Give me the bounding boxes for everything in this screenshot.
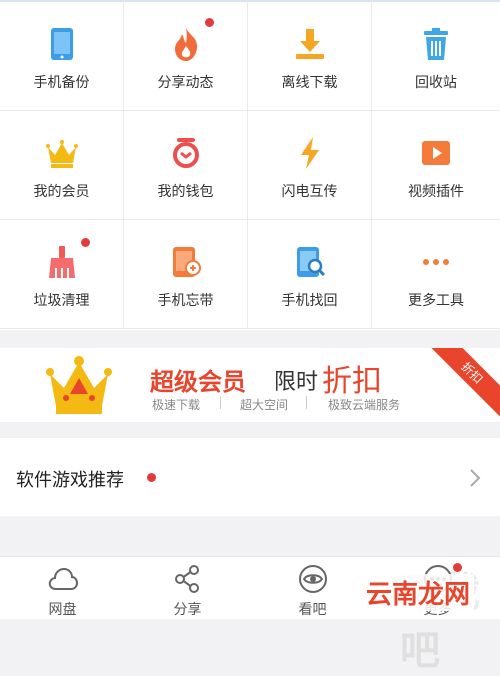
- grid-item-my-membership[interactable]: 我的会员: [0, 111, 124, 220]
- super-member-banner[interactable]: 超级会员 限时 折扣 极速下载 超大空间 极致云端服务 折扣: [0, 348, 500, 422]
- grid-item-label: 手机找回: [281, 292, 338, 308]
- flame-icon: [174, 28, 197, 61]
- grid-item-phone-find[interactable]: 手机找回: [248, 220, 372, 329]
- grid-item-junk-cleanup[interactable]: 垃圾清理: [0, 220, 124, 329]
- notification-dot: [147, 473, 156, 482]
- cloud-icon: [48, 567, 78, 590]
- watermark-text: 云南龙网: [362, 574, 475, 611]
- trash-icon: [424, 28, 448, 60]
- broom-icon: [48, 246, 75, 278]
- tab-label: 网盘: [48, 601, 77, 617]
- tab-label: 分享: [173, 601, 202, 617]
- share-icon: [174, 565, 199, 593]
- phone-search-icon: [296, 247, 325, 277]
- banner-limited-text: 限时: [274, 369, 319, 394]
- discount-corner-tag: 折扣: [421, 348, 500, 422]
- lightning-icon: [300, 137, 319, 169]
- wallet-icon: [172, 138, 199, 168]
- divider: [306, 396, 307, 409]
- chevron-right-icon: [470, 469, 481, 487]
- more-dots-icon: [423, 259, 449, 265]
- banner-discount-text: 折扣: [322, 365, 382, 398]
- grid-item-phone-forget[interactable]: 手机忘带: [124, 220, 248, 329]
- grid-item-label: 视频插件: [408, 183, 464, 199]
- software-games-recommend-row[interactable]: 软件游戏推荐: [0, 438, 500, 516]
- grid-item-label: 离线下载: [281, 74, 338, 90]
- grid-item-label: 垃圾清理: [33, 292, 90, 308]
- grid-item-share-feed[interactable]: 分享动态: [124, 2, 248, 111]
- grid-item-flash-transfer[interactable]: 闪电互传: [248, 111, 372, 220]
- eye-icon: [298, 565, 327, 593]
- grid-item-more-tools[interactable]: 更多工具: [372, 220, 500, 329]
- grid-item-label: 更多工具: [408, 292, 464, 308]
- grid-item-label: 我的钱包: [157, 183, 214, 199]
- grid-item-video-plugin[interactable]: 视频插件: [372, 111, 500, 220]
- divider: [220, 396, 221, 409]
- tab-share[interactable]: 分享: [125, 557, 250, 619]
- grid-item-label: 手机忘带: [157, 292, 214, 308]
- big-crown-icon: [46, 356, 112, 414]
- notification-dot: [81, 238, 90, 247]
- phone-forget-icon: [172, 247, 201, 277]
- banner-feature-3: 极致云端服务: [328, 398, 401, 412]
- tab-netdisk[interactable]: 网盘: [0, 557, 125, 619]
- tools-grid: 手机备份 分享动态 离线下载 回收站 我的会员 我的钱包 闪电互传 视频插件 垃…: [0, 0, 500, 330]
- grid-item-label: 我的会员: [33, 183, 90, 199]
- banner-feature-1: 极速下载: [152, 398, 201, 412]
- grid-item-offline-download[interactable]: 离线下载: [248, 2, 372, 111]
- grid-item-label: 分享动态: [157, 74, 214, 90]
- grid-item-my-wallet[interactable]: 我的钱包: [124, 111, 248, 220]
- notification-dot: [205, 18, 214, 27]
- banner-title: 超级会员: [150, 369, 246, 396]
- crown-icon: [45, 140, 78, 168]
- download-icon: [295, 29, 324, 59]
- video-play-icon: [422, 141, 450, 165]
- grid-item-label: 手机备份: [33, 74, 90, 90]
- tab-label: 看吧: [298, 601, 327, 617]
- banner-feature-2: 超大空间: [240, 398, 289, 412]
- grid-item-phone-backup[interactable]: 手机备份: [0, 2, 124, 111]
- phone-backup-icon: [50, 28, 73, 60]
- recommend-label: 软件游戏推荐: [16, 470, 124, 490]
- grid-item-label: 回收站: [415, 74, 457, 90]
- tab-watch[interactable]: 看吧: [250, 557, 375, 619]
- grid-item-label: 闪电互传: [281, 183, 338, 199]
- grid-item-recycle-bin[interactable]: 回收站: [372, 2, 500, 111]
